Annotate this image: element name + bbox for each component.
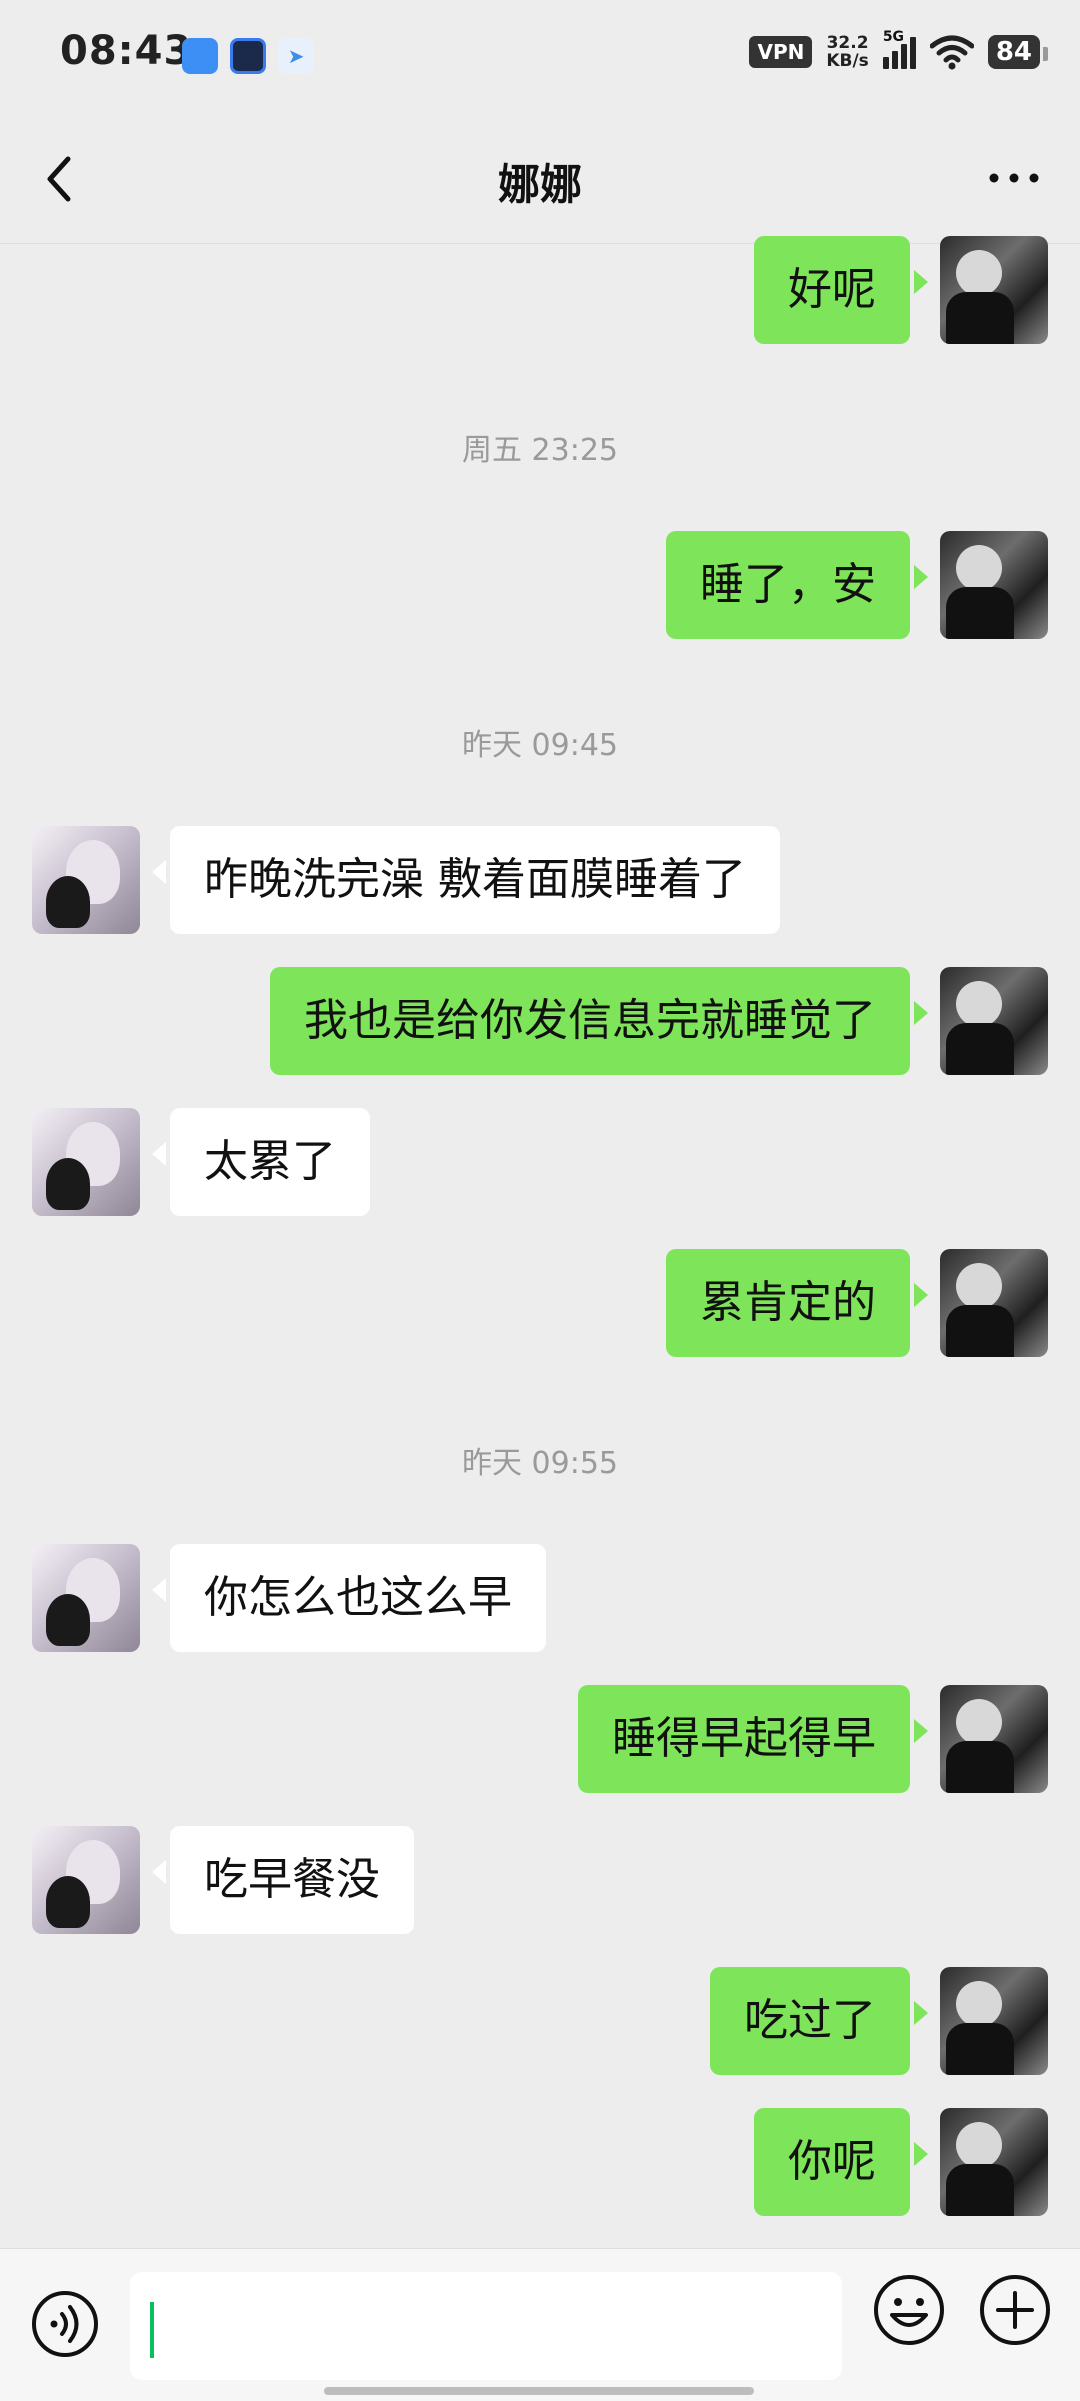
notification-icons: ➤ (182, 38, 314, 74)
message-bubble-received[interactable]: 吃早餐没 (152, 1826, 414, 1934)
battery-icon: 84 (987, 35, 1049, 69)
status-time: 08:43 (60, 28, 193, 74)
vpn-badge: VPN (749, 36, 813, 68)
avatar[interactable] (32, 826, 140, 934)
chat-header: 娜娜 (0, 115, 1080, 244)
message-bubble-received[interactable]: 昨晚洗完澡 敷着面膜睡着了 (152, 826, 780, 934)
message-bubble-sent[interactable]: 睡了，安 (666, 531, 928, 639)
avatar[interactable] (940, 531, 1048, 639)
app-notification-icon (182, 38, 218, 74)
message-timestamp: 周五 23:25 (462, 433, 618, 468)
message-bubble-sent[interactable]: 我也是给你发信息完就睡觉了 (270, 967, 928, 1075)
plus-icon[interactable] (978, 2273, 1052, 2347)
message-bubble-received[interactable]: 太累了 (152, 1108, 370, 1216)
avatar[interactable] (940, 236, 1048, 344)
message-bubble-sent[interactable]: 好呢 (754, 236, 928, 344)
message-bubble-sent[interactable]: 你呢 (754, 2108, 928, 2216)
avatar[interactable] (32, 1108, 140, 1216)
avatar[interactable] (32, 1544, 140, 1652)
message-bubble-sent[interactable]: 吃过了 (710, 1967, 928, 2075)
emoji-icon[interactable] (872, 2273, 946, 2347)
network-type: 5G (882, 29, 905, 45)
message-timestamp: 昨天 09:55 (462, 1446, 618, 1481)
avatar[interactable] (940, 1249, 1048, 1357)
signal-icon: 5G (882, 29, 916, 69)
message-bubble-received[interactable]: 你怎么也这么早 (152, 1544, 546, 1652)
message-bubble-sent[interactable]: 睡得早起得早 (578, 1685, 928, 1793)
wifi-icon (929, 35, 974, 70)
app-notification-icon (230, 38, 266, 74)
text-cursor (150, 2302, 154, 2358)
message-input[interactable] (130, 2272, 842, 2380)
message-timestamp: 昨天 09:45 (462, 728, 618, 763)
more-dots-icon[interactable] (984, 163, 1044, 193)
avatar[interactable] (940, 2108, 1048, 2216)
message-bubble-sent[interactable]: 累肯定的 (666, 1249, 928, 1357)
avatar[interactable] (940, 967, 1048, 1075)
home-indicator[interactable] (324, 2387, 754, 2395)
input-bar (0, 2248, 1080, 2401)
avatar[interactable] (940, 1685, 1048, 1793)
status-indicators: VPN 32.2 KB/s 5G 84 (749, 29, 1049, 71)
status-bar: 08:43 ➤ VPN 32.2 KB/s 5G 84 (0, 0, 1080, 115)
voice-icon[interactable] (30, 2289, 100, 2359)
network-speed: 32.2 KB/s (826, 33, 869, 71)
avatar[interactable] (32, 1826, 140, 1934)
telegram-icon: ➤ (278, 38, 314, 74)
avatar[interactable] (940, 1967, 1048, 2075)
chat-title: 娜娜 (497, 160, 582, 209)
